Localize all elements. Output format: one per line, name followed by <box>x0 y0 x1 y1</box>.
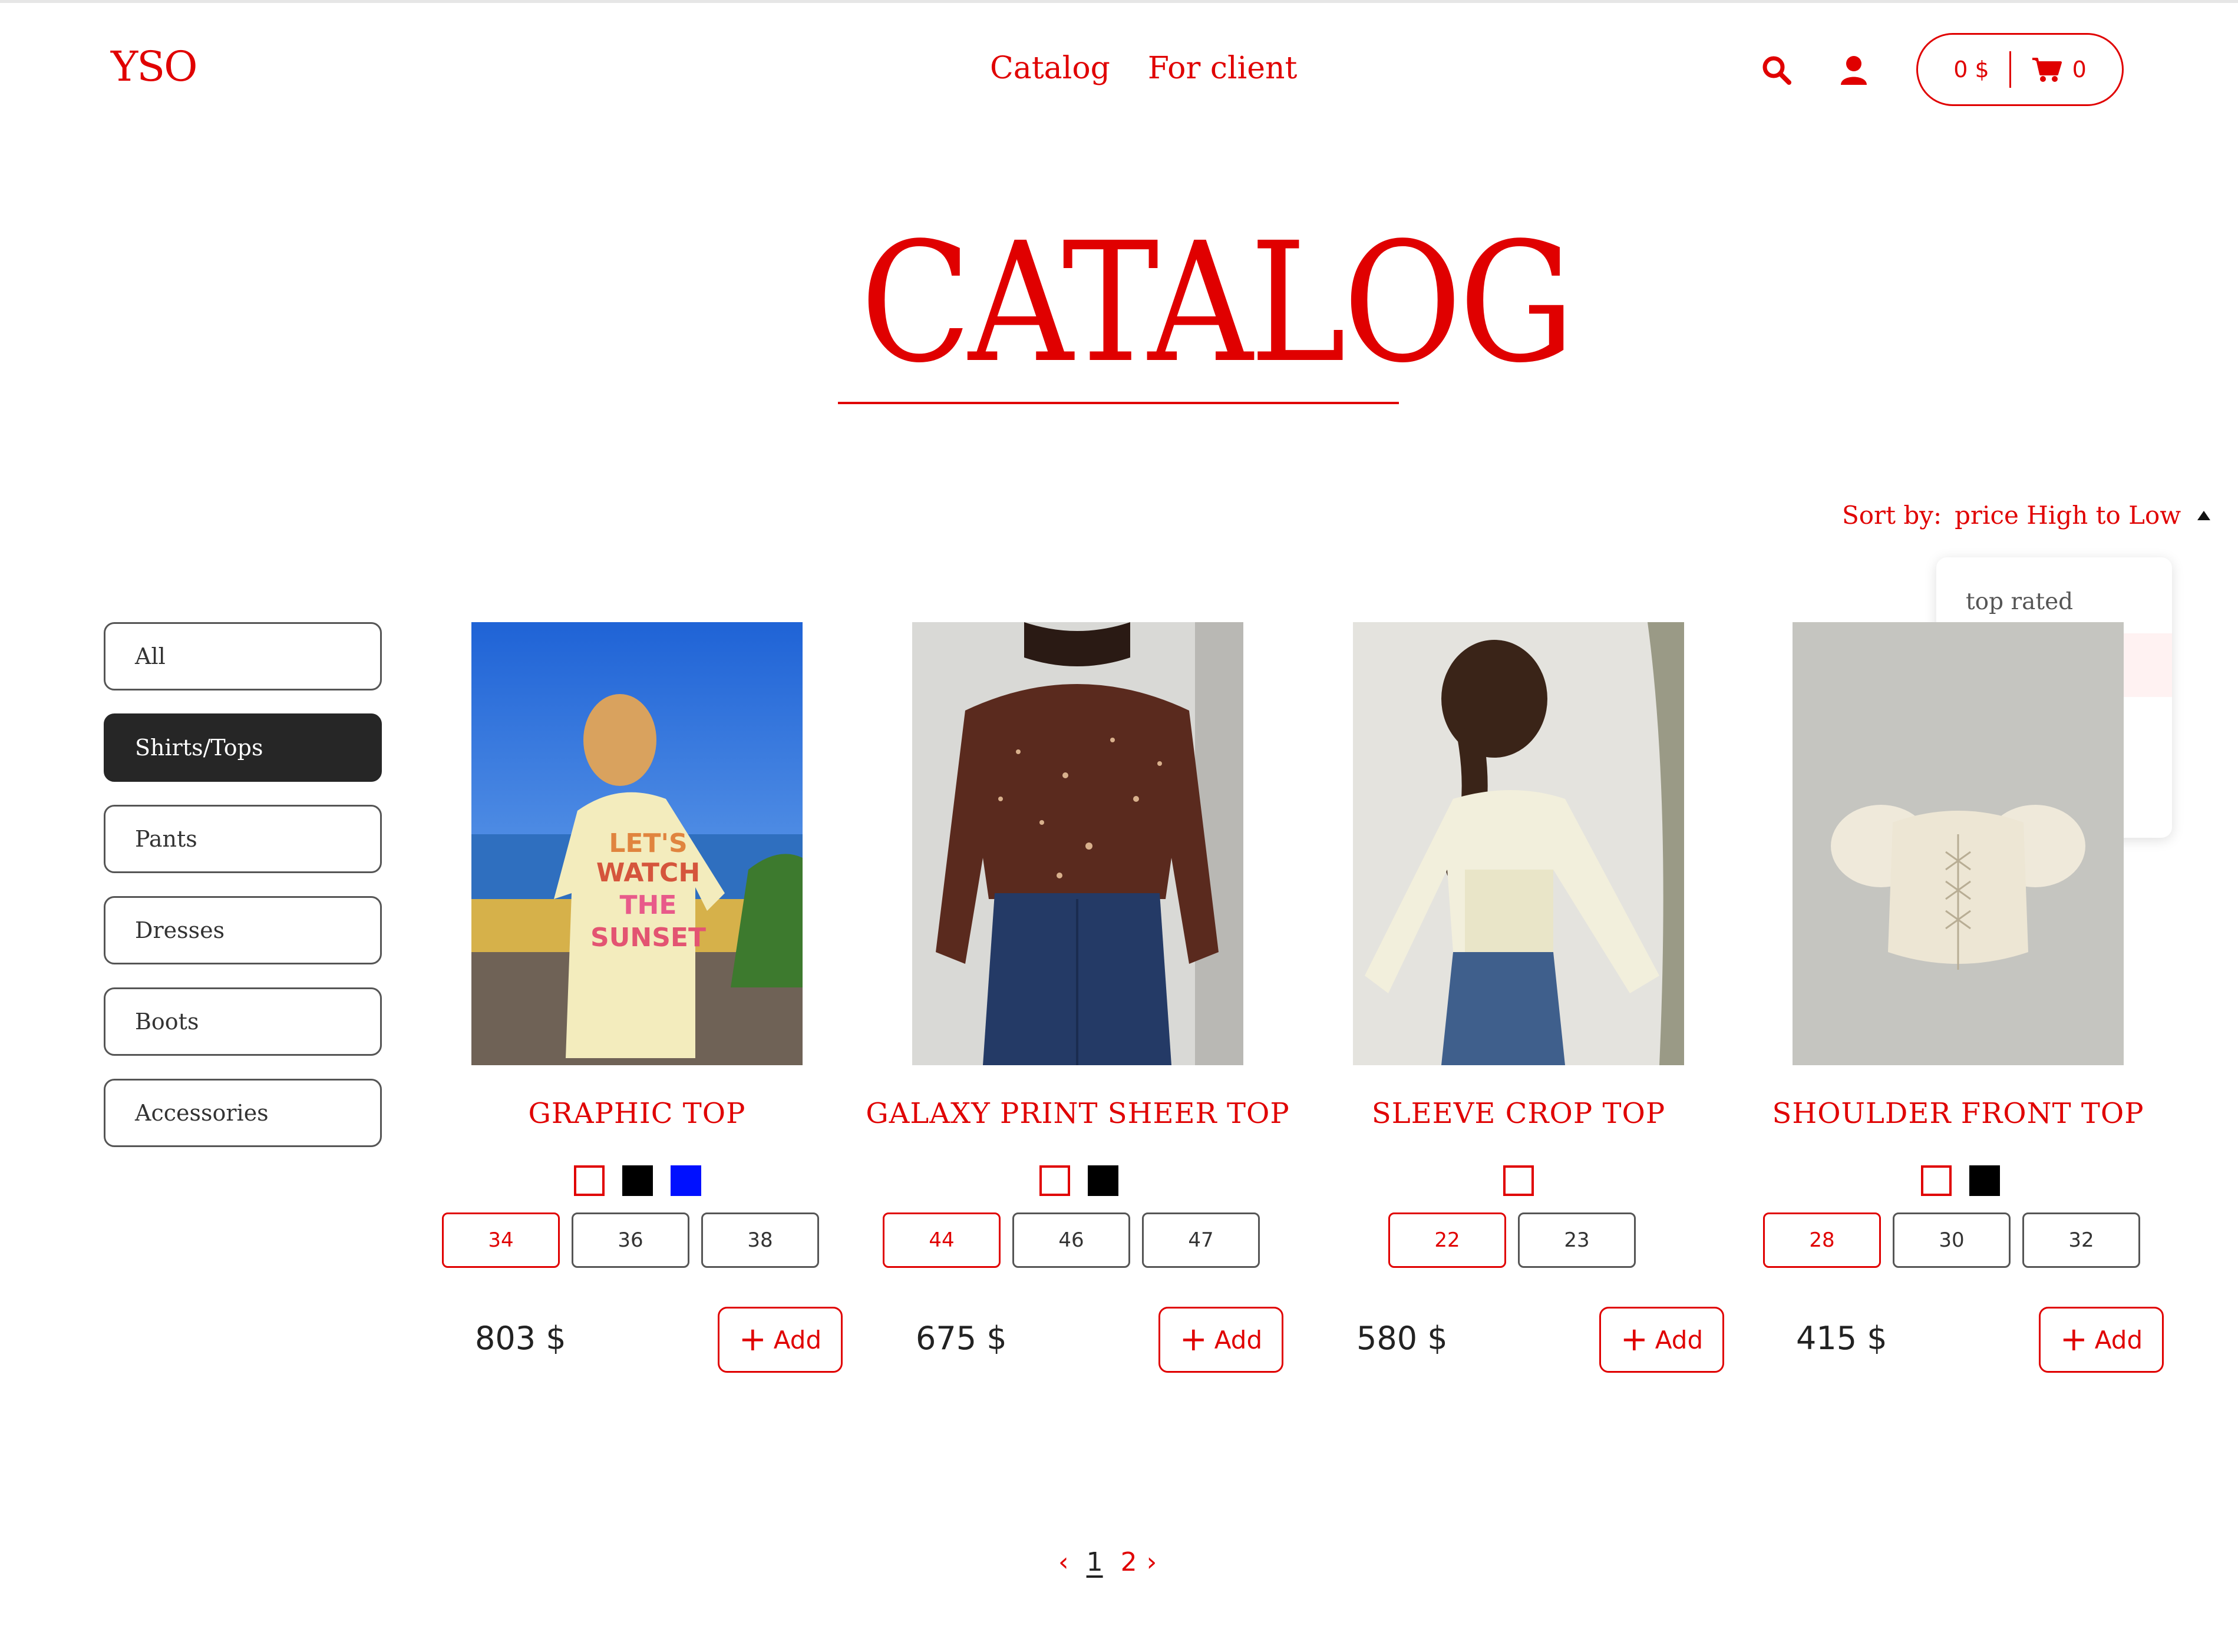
color-swatch-black[interactable] <box>1969 1165 2000 1196</box>
title-underline <box>838 402 1399 404</box>
color-swatch-white[interactable] <box>1921 1165 1952 1196</box>
top-border <box>0 0 2238 3</box>
pagination: ‹ 1 2 › <box>1058 1547 1157 1577</box>
color-swatches <box>1503 1165 1534 1196</box>
color-swatch-blue[interactable] <box>671 1165 701 1196</box>
svg-text:THE: THE <box>620 890 677 920</box>
product-price: 675 $ <box>916 1320 1007 1357</box>
plus-icon: + <box>1179 1320 1207 1359</box>
nav-catalog[interactable]: Catalog <box>990 51 1110 86</box>
size-options: 44 46 47 <box>883 1212 1260 1268</box>
sort-selected: price High to Low <box>1955 501 2181 530</box>
size-options: 22 23 <box>1388 1212 1636 1268</box>
brand-logo[interactable]: YSO <box>111 42 198 91</box>
size-options: 28 30 32 <box>1763 1212 2140 1268</box>
size-option[interactable]: 47 <box>1142 1212 1260 1268</box>
main-nav: Catalog For client <box>990 51 1297 86</box>
search-icon[interactable] <box>1760 53 1795 88</box>
product-name[interactable]: GALAXY PRINT SHEER TOP <box>866 1097 1290 1130</box>
size-option[interactable]: 32 <box>2022 1212 2140 1268</box>
add-label: Add <box>2094 1325 2143 1354</box>
color-swatch-white[interactable] <box>1503 1165 1534 1196</box>
product-image-galaxy-print-sheer-top[interactable] <box>912 622 1243 1065</box>
color-swatches <box>1039 1165 1118 1196</box>
size-option[interactable]: 22 <box>1388 1212 1506 1268</box>
color-swatch-white[interactable] <box>1039 1165 1070 1196</box>
size-option[interactable]: 34 <box>442 1212 560 1268</box>
sort-control[interactable]: Sort by: price High to Low <box>1842 501 2211 530</box>
product-price: 803 $ <box>475 1320 566 1357</box>
category-shirts-tops[interactable]: Shirts/Tops <box>104 713 382 782</box>
size-option[interactable]: 30 <box>1893 1212 2011 1268</box>
svg-text:SUNSET: SUNSET <box>590 923 706 953</box>
size-options: 34 36 38 <box>442 1212 819 1268</box>
page-1-link[interactable]: 1 <box>1087 1547 1103 1577</box>
color-swatches <box>574 1165 701 1196</box>
plus-icon: + <box>2059 1320 2088 1359</box>
color-swatch-black[interactable] <box>622 1165 653 1196</box>
size-option[interactable]: 44 <box>883 1212 1001 1268</box>
product-image-shoulder-front-top[interactable] <box>1793 622 2124 1065</box>
nav-for-client[interactable]: For client <box>1148 51 1297 86</box>
size-option[interactable]: 36 <box>572 1212 689 1268</box>
category-accessories[interactable]: Accessories <box>104 1079 382 1147</box>
chevron-right-icon[interactable]: › <box>1147 1547 1157 1577</box>
cart-button[interactable]: 0 $ 0 <box>1916 33 2124 106</box>
size-option[interactable]: 28 <box>1763 1212 1881 1268</box>
add-to-cart-button[interactable]: + Add <box>2039 1307 2164 1373</box>
category-pants[interactable]: Pants <box>104 805 382 873</box>
add-label: Add <box>1214 1325 1263 1354</box>
user-icon[interactable] <box>1836 53 1871 88</box>
size-option[interactable]: 46 <box>1012 1212 1130 1268</box>
chevron-left-icon[interactable]: ‹ <box>1058 1547 1069 1577</box>
add-label: Add <box>773 1325 822 1354</box>
svg-text:LET'S: LET'S <box>609 828 687 858</box>
size-option[interactable]: 23 <box>1518 1212 1636 1268</box>
cart-total: 0 $ <box>1953 57 1989 82</box>
category-boots[interactable]: Boots <box>104 987 382 1056</box>
plus-icon: + <box>738 1320 767 1359</box>
cart-divider <box>2009 51 2011 88</box>
category-dresses[interactable]: Dresses <box>104 896 382 964</box>
product-price: 580 $ <box>1356 1320 1448 1357</box>
product-price: 415 $ <box>1796 1320 1887 1357</box>
product-name[interactable]: GRAPHIC TOP <box>425 1097 849 1130</box>
plus-icon: + <box>1620 1320 1648 1359</box>
product-name[interactable]: SLEEVE CROP TOP <box>1306 1097 1731 1130</box>
caret-up-icon <box>2197 510 2211 520</box>
cart-icon <box>2032 58 2062 82</box>
page-2-link[interactable]: 2 <box>1121 1547 1137 1577</box>
color-swatch-white[interactable] <box>574 1165 605 1196</box>
add-to-cart-button[interactable]: + Add <box>718 1307 843 1373</box>
cart-count: 0 <box>2072 57 2087 82</box>
add-label: Add <box>1655 1325 1704 1354</box>
size-option[interactable]: 38 <box>701 1212 819 1268</box>
page-title: CATALOG <box>860 207 1575 399</box>
product-image-sleeve-crop-top[interactable] <box>1353 622 1684 1065</box>
svg-text:WATCH: WATCH <box>596 858 700 888</box>
category-all[interactable]: All <box>104 622 382 690</box>
add-to-cart-button[interactable]: + Add <box>1158 1307 1283 1373</box>
sort-label: Sort by: <box>1842 501 1942 530</box>
product-image-graphic-top[interactable]: LET'S WATCH THE SUNSET <box>471 622 803 1065</box>
add-to-cart-button[interactable]: + Add <box>1599 1307 1724 1373</box>
color-swatch-black[interactable] <box>1088 1165 1118 1196</box>
product-name[interactable]: SHOULDER FRONT TOP <box>1746 1097 2170 1130</box>
color-swatches <box>1921 1165 2000 1196</box>
